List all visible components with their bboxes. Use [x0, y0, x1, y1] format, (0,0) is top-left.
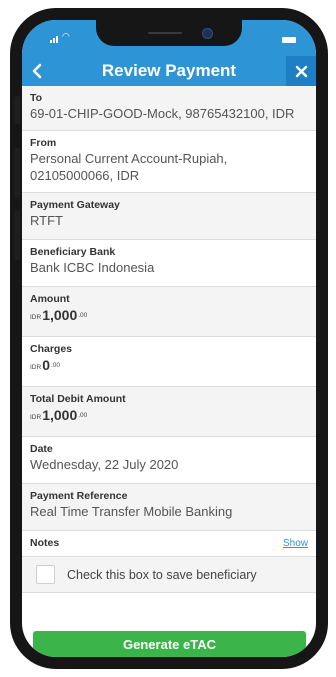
charges-currency: IDR: [30, 364, 42, 371]
charges-row: Charges IDR 0 .00: [22, 337, 316, 387]
amount-label: Amount: [30, 293, 70, 305]
bank-value: Bank ICBC Indonesia: [30, 260, 155, 275]
notes-show-link[interactable]: Show: [283, 538, 308, 549]
volume-up-button: [14, 148, 20, 198]
chevron-left-icon: [32, 63, 42, 79]
to-value: 69-01-CHIP-GOOD-Mock, 98765432100, IDR: [30, 106, 295, 121]
charges-label: Charges: [30, 343, 73, 355]
from-row: From Personal Current Account-Rupiah, 02…: [22, 131, 316, 193]
close-icon: [295, 65, 307, 77]
status-bar: ◠: [22, 20, 316, 56]
generate-etac-button[interactable]: Generate eTAC: [33, 631, 306, 657]
from-value: Personal Current Account-Rupiah, 0210500…: [30, 151, 228, 183]
gateway-label: Payment Gateway: [30, 199, 120, 211]
gateway-value: RTFT: [30, 213, 63, 228]
signal-icon: [50, 36, 58, 43]
date-label: Date: [30, 443, 53, 455]
amount-row: Amount IDR 1,000 .00: [22, 287, 316, 337]
volume-down-button: [14, 210, 20, 260]
close-button[interactable]: [286, 56, 316, 86]
bank-label: Beneficiary Bank: [30, 246, 116, 258]
total-row: Total Debit Amount IDR 1,000 .00: [22, 387, 316, 437]
amount-currency: IDR: [30, 314, 42, 321]
reference-label: Payment Reference: [30, 490, 128, 502]
notes-row: Notes Show: [22, 531, 316, 557]
save-beneficiary-label: Check this box to save beneficiary: [67, 567, 257, 582]
app-header: Review Payment: [22, 56, 316, 86]
total-value: IDR 1,000 .00: [30, 408, 308, 425]
charges-value: IDR 0 .00: [30, 358, 308, 375]
mute-switch: [14, 96, 20, 124]
save-beneficiary-checkbox[interactable]: [36, 565, 55, 584]
page-title: Review Payment: [101, 61, 237, 80]
charges-decimal: .00: [51, 362, 61, 369]
reference-row: Payment Reference Real Time Transfer Mob…: [22, 484, 316, 531]
amount-value: IDR 1,000 .00: [30, 308, 308, 325]
charges-integer: 0: [42, 357, 50, 373]
total-integer: 1,000: [42, 407, 78, 423]
notes-label: Notes: [30, 537, 60, 549]
speaker-grille: [148, 32, 182, 34]
wifi-icon: ◠: [62, 31, 70, 41]
bank-row: Beneficiary Bank Bank ICBC Indonesia: [22, 240, 316, 287]
back-button[interactable]: [22, 56, 52, 86]
to-label: To: [30, 92, 43, 104]
total-currency: IDR: [30, 414, 42, 421]
from-label: From: [30, 137, 57, 149]
total-decimal: .00: [78, 412, 88, 419]
to-row: To 69-01-CHIP-GOOD-Mock, 98765432100, ID…: [22, 86, 316, 131]
save-beneficiary-row: Check this box to save beneficiary: [22, 557, 316, 593]
date-value: Wednesday, 22 July 2020: [30, 457, 179, 472]
reference-value: Real Time Transfer Mobile Banking: [30, 504, 233, 519]
gateway-row: Payment Gateway RTFT: [22, 193, 316, 240]
battery-icon: [282, 37, 296, 43]
total-label: Total Debit Amount: [30, 393, 126, 405]
app-screen: ◠ Review Payment To 69-01-CHIP-GOOD-Mock…: [22, 20, 316, 657]
amount-integer: 1,000: [42, 307, 78, 323]
amount-decimal: .00: [78, 312, 88, 319]
date-row: Date Wednesday, 22 July 2020: [22, 437, 316, 484]
notch: [96, 20, 242, 46]
review-details: To 69-01-CHIP-GOOD-Mock, 98765432100, ID…: [22, 86, 316, 593]
front-camera: [202, 28, 213, 39]
